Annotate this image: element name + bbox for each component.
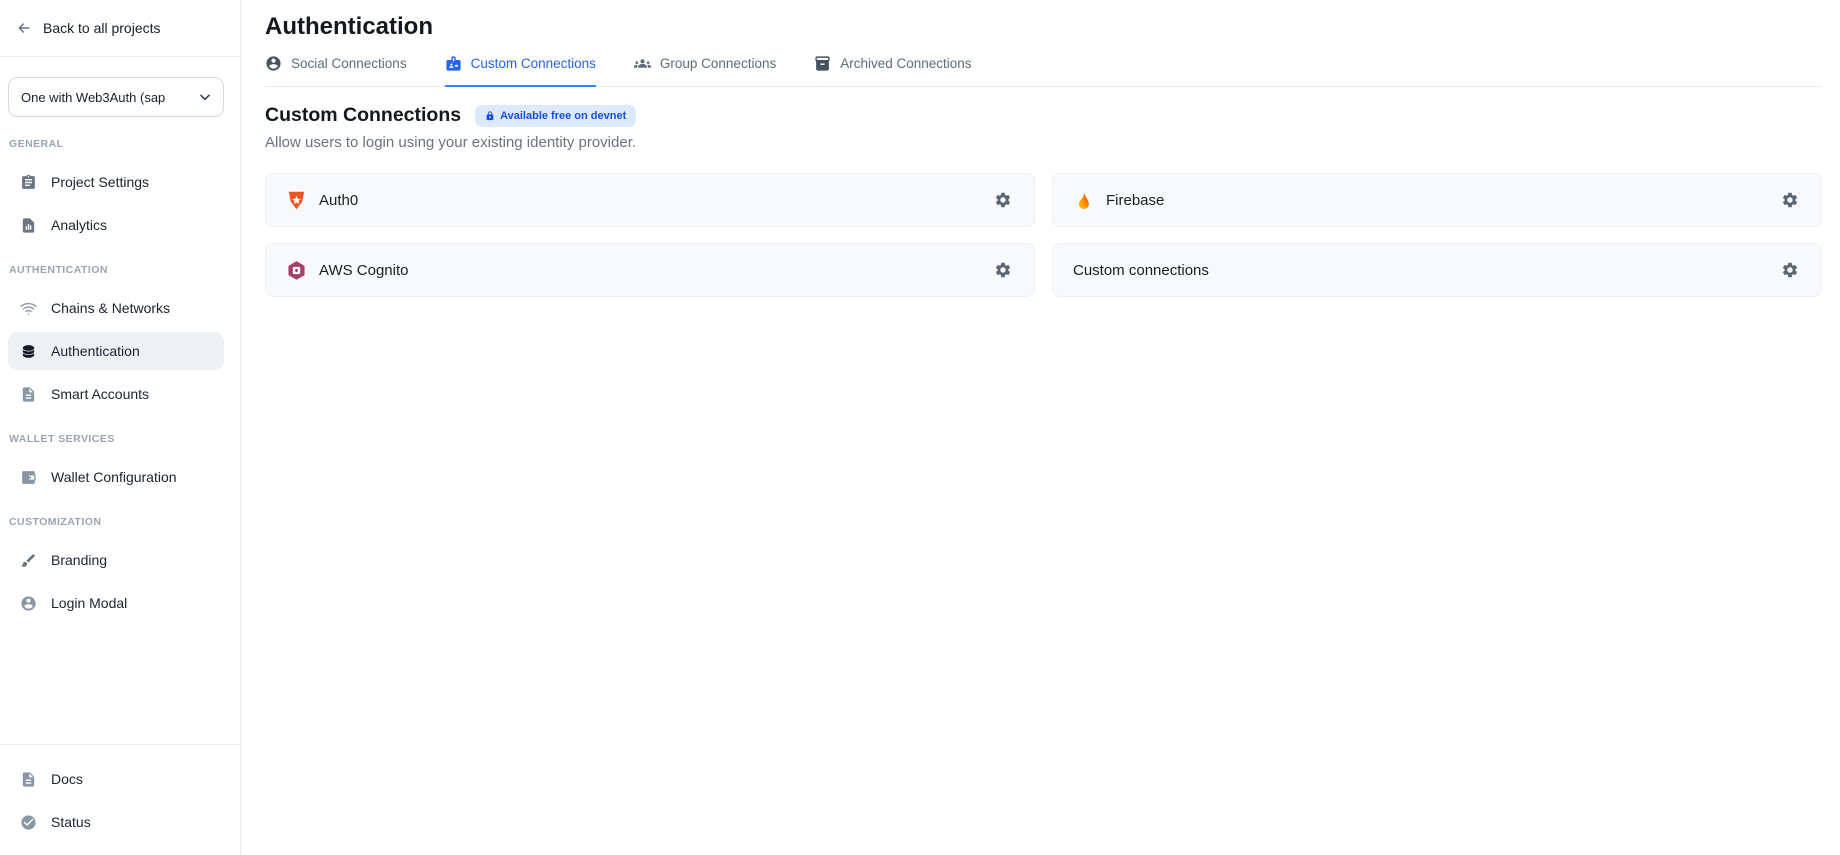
chevron-down-icon [197,89,213,105]
sidebar-item-label: Docs [51,771,83,787]
project-selector[interactable]: One with Web3Auth (sap [8,77,224,117]
sidebar-item-label: Login Modal [51,595,127,611]
sidebar-item-label: Analytics [51,217,107,233]
sidebar-item-smart-accounts[interactable]: Smart Accounts [8,375,224,413]
page-title: Authentication [265,12,1822,42]
sidebar-item-analytics[interactable]: Analytics [8,206,224,244]
aws-cognito-logo [286,260,307,281]
card-aws-cognito[interactable]: AWS Cognito [265,243,1035,297]
back-to-projects-button[interactable]: Back to all projects [0,0,240,57]
sidebar-item-chains-networks[interactable]: Chains & Networks [8,289,224,327]
gear-icon [994,191,1012,209]
auth0-settings-button[interactable] [994,191,1012,209]
sidebar-nav: GENERAL Project Settings Analytics AUTHE… [0,117,240,627]
sidebar-spacer [0,627,240,744]
connection-cards: Auth0 Firebase AWS Cognito [265,173,1822,297]
tab-group-connections[interactable]: Group Connections [634,55,776,87]
person-circle-icon [265,55,282,72]
card-custom-connections[interactable]: Custom connections [1052,243,1822,297]
auth0-logo [286,190,307,211]
sidebar-item-label: Wallet Configuration [51,469,177,485]
section-label-authentication: AUTHENTICATION [8,264,224,276]
section-label-customization: CUSTOMIZATION [8,516,224,528]
sidebar-item-project-settings[interactable]: Project Settings [8,163,224,201]
back-to-projects-label: Back to all projects [43,20,161,36]
sidebar-item-login-modal[interactable]: Login Modal [8,584,224,622]
sidebar-item-wallet-configuration[interactable]: Wallet Configuration [8,458,224,496]
sidebar-item-branding[interactable]: Branding [8,541,224,579]
sidebar-item-status[interactable]: Status [8,803,224,841]
clipboard-icon [20,174,37,191]
wallet-icon [20,469,37,486]
sidebar-item-label: Smart Accounts [51,386,149,402]
section-heading: Custom Connections [265,104,461,127]
section-description: Allow users to login using your existing… [265,134,1822,151]
sidebar-item-label: Branding [51,552,107,568]
gear-icon [994,261,1012,279]
custom-connections-settings-button[interactable] [1781,261,1799,279]
analytics-file-icon [20,217,37,234]
tab-label: Custom Connections [471,56,596,71]
app-root: Back to all projects One with Web3Auth (… [0,0,1840,855]
sidebar-footer: Docs Status [0,744,240,855]
tab-custom-connections[interactable]: Custom Connections [445,55,596,87]
archive-icon [814,55,831,72]
firebase-logo [1073,190,1094,211]
card-label: AWS Cognito [319,262,408,279]
sidebar-item-docs[interactable]: Docs [8,760,224,798]
doc-icon [20,771,37,788]
lock-icon [485,111,495,121]
section-label-general: GENERAL [8,138,224,150]
aws-cognito-settings-button[interactable] [994,261,1012,279]
gear-icon [1781,191,1799,209]
gear-icon [1781,261,1799,279]
sidebar-item-label: Status [51,814,91,830]
sidebar-item-authentication[interactable]: Authentication [8,332,224,370]
tab-label: Social Connections [291,56,407,71]
devnet-badge: Available free on devnet [475,105,636,127]
database-icon [20,343,37,360]
arrow-left-icon [16,20,32,36]
tab-archived-connections[interactable]: Archived Connections [814,55,971,87]
card-label: Custom connections [1073,262,1209,279]
sidebar: Back to all projects One with Web3Auth (… [0,0,241,855]
check-circle-icon [20,814,37,831]
project-selector-value: One with Web3Auth (sap [21,90,191,105]
tab-bar: Social Connections Custom Connections Gr… [265,55,1822,87]
tab-label: Archived Connections [840,56,971,71]
sidebar-item-label: Project Settings [51,174,149,190]
sidebar-item-label: Chains & Networks [51,300,170,316]
card-label: Auth0 [319,192,358,209]
brush-icon [20,552,37,569]
people-group-icon [634,55,651,72]
main-content: Authentication Social Connections Custom… [241,0,1840,855]
sidebar-item-label: Authentication [51,343,140,359]
section-label-wallet-services: WALLET SERVICES [8,433,224,445]
card-label: Firebase [1106,192,1164,209]
devnet-badge-label: Available free on devnet [500,110,626,122]
tab-label: Group Connections [660,56,776,71]
tab-social-connections[interactable]: Social Connections [265,55,407,87]
user-circle-icon [20,595,37,612]
card-firebase[interactable]: Firebase [1052,173,1822,227]
section-heading-row: Custom Connections Available free on dev… [265,104,1822,127]
wifi-icon [20,300,37,317]
card-auth0[interactable]: Auth0 [265,173,1035,227]
firebase-settings-button[interactable] [1781,191,1799,209]
id-badge-icon [445,55,462,72]
file-icon [20,386,37,403]
